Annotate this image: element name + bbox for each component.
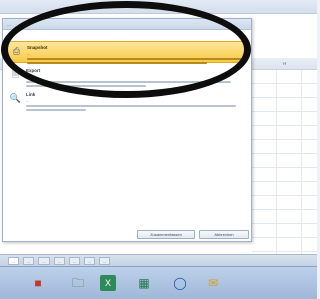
option-description: ... <box>26 98 244 111</box>
sheet-tabs-bar: ... ... ... ... ... ... ... <box>0 254 317 266</box>
sheet-tab[interactable]: ... <box>83 256 96 265</box>
sheet-tab[interactable]: ... <box>8 256 20 265</box>
browser-icon[interactable]: ◯ <box>172 275 188 291</box>
folder-icon[interactable]: 🗀 <box>70 275 86 291</box>
blurred-text-line <box>26 105 236 107</box>
cancel-button[interactable]: Abbrechen <box>199 230 249 239</box>
excel-icon[interactable]: X <box>100 275 116 291</box>
column-header-h: H <box>283 61 287 66</box>
chart-icon[interactable]: ▦ <box>136 275 152 291</box>
sheet-tab[interactable]: ... <box>38 256 50 265</box>
confirm-button[interactable]: Zusammenfassen <box>137 230 195 239</box>
search-icon: 🔍 <box>9 93 22 103</box>
sheet-tab[interactable]: ... <box>68 256 80 265</box>
option-title: Link <box>26 92 36 97</box>
sheet-tab[interactable]: ... <box>99 256 111 265</box>
blurred-text-line <box>26 109 86 111</box>
dialog-caption: ... <box>7 22 11 27</box>
spreadsheet-grid[interactable] <box>252 70 317 255</box>
sheet-tab[interactable]: ... <box>23 256 35 265</box>
sheet-tab[interactable]: ... <box>53 256 65 265</box>
taskbar: ■ 🗀 X ▦ ◯ ✉ <box>0 266 317 299</box>
annotation-ellipse <box>1 1 251 98</box>
start-icon[interactable]: ■ <box>30 275 46 291</box>
mail-icon[interactable]: ✉ <box>205 275 221 291</box>
